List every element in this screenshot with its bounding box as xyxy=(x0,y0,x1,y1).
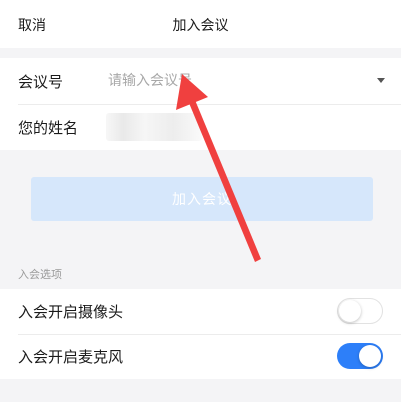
options-section-title: 入会选项 xyxy=(18,268,62,281)
join-meeting-button[interactable]: 加入会议 xyxy=(31,177,373,221)
name-row: 您的姓名 xyxy=(0,104,401,150)
camera-toggle[interactable] xyxy=(337,298,383,324)
join-options: 入会开启摄像头 入会开启麦克风 xyxy=(0,289,401,379)
meeting-number-label: 会议号 xyxy=(18,73,64,91)
join-meeting-button-label: 加入会议 xyxy=(172,192,232,208)
microphone-toggle[interactable] xyxy=(337,343,383,369)
camera-option-row: 入会开启摄像头 xyxy=(0,289,401,334)
name-label: 您的姓名 xyxy=(18,119,79,137)
microphone-option-row: 入会开启麦克风 xyxy=(0,334,401,379)
meeting-number-input[interactable] xyxy=(108,69,358,93)
microphone-toggle-knob xyxy=(359,345,381,367)
top-bar: 取消 加入会议 xyxy=(0,0,401,48)
name-input[interactable] xyxy=(106,113,202,141)
join-form: 会议号 您的姓名 xyxy=(0,58,401,150)
page-title: 加入会议 xyxy=(172,18,229,34)
join-meeting-screen: 取消 加入会议 会议号 您的姓名 加入会议 入会选项 入会开启摄像头 入会开启麦… xyxy=(0,0,401,402)
chevron-down-icon[interactable] xyxy=(377,78,385,83)
microphone-option-label: 入会开启麦克风 xyxy=(18,348,124,366)
camera-option-label: 入会开启摄像头 xyxy=(18,303,124,321)
camera-toggle-knob xyxy=(339,300,361,322)
meeting-number-row: 会议号 xyxy=(0,58,401,104)
